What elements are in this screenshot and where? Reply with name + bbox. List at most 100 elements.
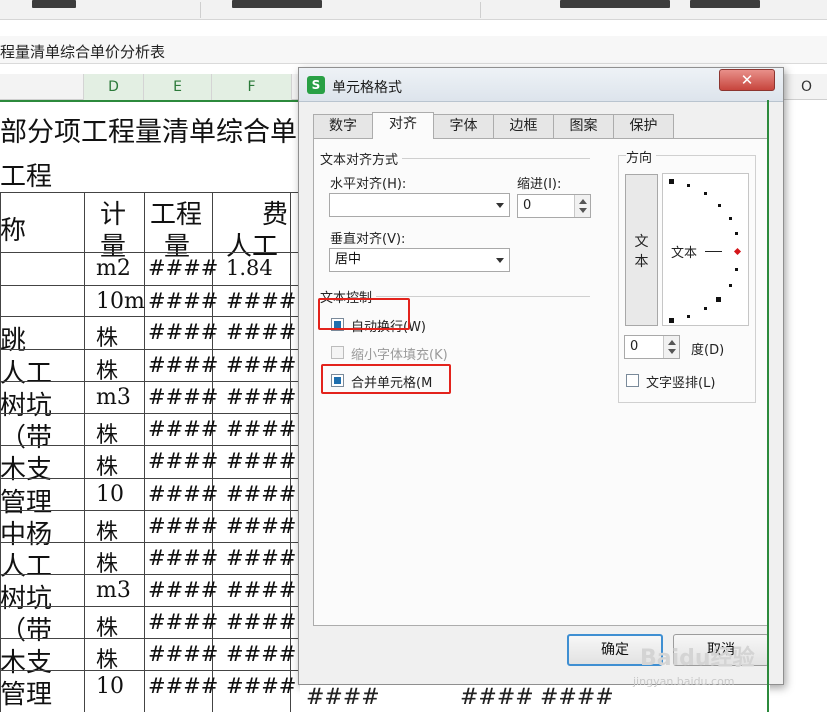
dial-dot (735, 268, 738, 271)
worksheet-grid[interactable]: 部分项工程量清单综合单 工程 称 计 量 工程 量 费 人工 m2 #### 1.8… (0, 102, 300, 712)
table-cell-name[interactable]: 管理 (0, 674, 52, 711)
stepper-buttons[interactable] (574, 195, 590, 217)
degree-value: 0 (630, 339, 639, 354)
header-name[interactable]: 称 (0, 210, 26, 247)
table-cell-qty[interactable]: #### (148, 610, 218, 634)
grid-line (0, 638, 300, 639)
dialog-title: 单元格格式 (332, 80, 402, 96)
table-cell-labor[interactable]: #### (226, 642, 296, 666)
dial-dot (669, 179, 674, 184)
shrink-to-fit-label: 缩小字体填充(K) (351, 348, 448, 363)
grid-line (0, 670, 300, 671)
horizontal-align-select[interactable] (329, 193, 510, 217)
chevron-down-icon (496, 258, 504, 263)
table-cell-qty[interactable]: #### (148, 385, 218, 409)
column-header-f[interactable]: F (212, 74, 292, 100)
table-cell-qty[interactable]: #### (148, 578, 218, 602)
vertical-text-button[interactable]: 文 本 (625, 174, 658, 326)
table-cell-labor[interactable]: #### (226, 385, 296, 409)
table-cell-unit[interactable]: 10 (96, 482, 124, 507)
table-cell-labor[interactable]: #### (226, 514, 296, 538)
table-cell-qty[interactable]: #### (148, 353, 218, 377)
sheet-title[interactable]: 部分项工程量清单综合单 (0, 110, 297, 149)
text-alignment-group-title: 文本对齐方式 (320, 149, 403, 168)
table-cell-unit[interactable]: m2 (96, 256, 131, 281)
arrow-up-icon[interactable] (668, 340, 676, 345)
shrink-to-fit-option[interactable]: 缩小字体填充(K) (331, 344, 491, 363)
dialog-title-bar[interactable]: S 单元格格式 ✕ (299, 68, 783, 102)
degree-label: 度(D) (691, 343, 725, 358)
table-cell-name[interactable]: 跳 (0, 320, 26, 357)
ribbon-item[interactable] (32, 0, 76, 8)
grid-line (0, 542, 300, 543)
tab-pattern[interactable]: 图案 (553, 114, 614, 138)
ribbon-item[interactable] (690, 0, 760, 8)
column-header-e[interactable]: E (144, 74, 212, 100)
stepper-buttons[interactable] (663, 336, 679, 358)
table-cell[interactable]: #### (460, 685, 534, 710)
watermark-url: jingyan.baidu.com (633, 675, 735, 688)
table-cell-labor[interactable]: 1.84 (226, 256, 273, 280)
table-cell-unit[interactable]: m3 (96, 385, 131, 410)
sheet-row-below-dialog[interactable]: #### #### #### (300, 685, 770, 712)
ribbon-item[interactable] (560, 0, 670, 8)
wps-spreadsheet-icon: S (307, 76, 325, 94)
ribbon-item[interactable] (232, 0, 322, 8)
table-cell-qty[interactable]: #### (148, 482, 218, 506)
table-cell-qty[interactable]: #### (148, 417, 218, 441)
grid-line (84, 192, 85, 712)
table-cell-unit[interactable]: 10m (96, 289, 145, 314)
table-cell-labor[interactable]: #### (226, 289, 296, 313)
table-cell-unit[interactable]: m3 (96, 578, 131, 603)
table-cell[interactable]: #### (306, 685, 380, 710)
arrow-up-icon[interactable] (579, 199, 587, 204)
table-cell-labor[interactable]: #### (226, 449, 296, 473)
table-cell-qty[interactable]: #### (148, 674, 218, 698)
tab-number[interactable]: 数字 (313, 114, 373, 138)
column-header-o[interactable]: O (786, 74, 827, 100)
tab-font[interactable]: 字体 (433, 114, 494, 138)
close-button[interactable]: ✕ (719, 69, 775, 91)
orientation-dial[interactable]: 文本 (662, 173, 749, 326)
grid-line (0, 574, 300, 575)
table-cell[interactable]: #### (540, 685, 614, 710)
vertical-align-select[interactable]: 居中 (329, 248, 510, 272)
tab-alignment[interactable]: 对齐 (372, 112, 434, 139)
table-cell-qty[interactable]: #### (148, 256, 218, 280)
tab-protection[interactable]: 保护 (613, 114, 674, 138)
table-cell-labor[interactable]: #### (226, 578, 296, 602)
degree-stepper[interactable]: 0 (624, 335, 680, 359)
table-cell-unit[interactable]: 株 (96, 320, 118, 352)
ribbon-toolbar (0, 0, 827, 20)
shrink-to-fit-checkbox[interactable] (331, 346, 344, 359)
table-cell-labor[interactable]: #### (226, 674, 296, 698)
table-cell-labor[interactable]: #### (226, 546, 296, 570)
vertical-layout-option[interactable]: 文字竖排(L) (626, 372, 746, 391)
table-cell-qty[interactable]: #### (148, 320, 218, 344)
table-cell-qty[interactable]: #### (148, 449, 218, 473)
arrow-down-icon[interactable] (579, 208, 587, 213)
horizontal-align-label: 水平对齐(H): (330, 177, 407, 192)
table-cell-labor[interactable]: #### (226, 610, 296, 634)
column-header-d[interactable]: D (84, 74, 144, 100)
table-cell-unit[interactable]: 株 (96, 449, 118, 481)
highlight-box-wrap-text (318, 298, 410, 330)
dial-pointer[interactable] (733, 247, 742, 256)
column-header-c[interactable] (0, 74, 84, 100)
table-cell-qty[interactable]: #### (148, 546, 218, 570)
table-cell-qty[interactable]: #### (148, 514, 218, 538)
dial-dot (687, 315, 690, 318)
table-cell-qty[interactable]: #### (148, 642, 218, 666)
tab-border[interactable]: 边框 (493, 114, 554, 138)
table-cell-unit[interactable]: 10 (96, 674, 124, 699)
arrow-down-icon[interactable] (668, 349, 676, 354)
table-cell-labor[interactable]: #### (226, 353, 296, 377)
table-cell-qty[interactable]: #### (148, 289, 218, 313)
table-cell-labor[interactable]: #### (226, 417, 296, 441)
vertical-layout-checkbox[interactable] (626, 374, 639, 387)
table-cell-labor[interactable]: #### (226, 320, 296, 344)
indent-stepper[interactable]: 0 (517, 194, 591, 218)
table-cell-name[interactable]: 木支 (0, 449, 52, 486)
table-cell-labor[interactable]: #### (226, 482, 296, 506)
sheet-subtitle[interactable]: 工程 (0, 156, 52, 193)
